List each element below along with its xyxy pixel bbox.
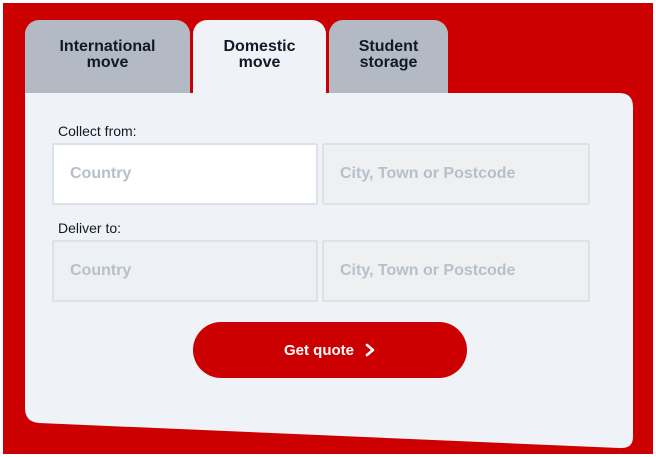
deliver-country-input[interactable]	[52, 240, 318, 302]
tab-student-storage[interactable]: Student storage	[329, 20, 448, 96]
collect-country-input[interactable]	[52, 143, 318, 205]
tab-label-line2: move	[238, 54, 281, 71]
chevron-right-icon	[365, 343, 375, 357]
collect-from-label: Collect from:	[58, 123, 137, 139]
tab-label-line1: International	[59, 38, 156, 55]
tab-label-line2: move	[86, 54, 129, 71]
tab-label-line2: storage	[359, 54, 418, 71]
tab-domestic-move[interactable]: Domestic move	[193, 20, 326, 100]
get-quote-label: Get quote	[284, 341, 354, 359]
get-quote-button[interactable]: Get quote	[193, 322, 467, 378]
deliver-city-input[interactable]	[322, 240, 590, 302]
tab-label-line1: Domestic	[223, 38, 296, 55]
tab-label-line1: Student	[358, 38, 419, 55]
form-panel: Collect from: Deliver to:	[25, 93, 635, 449]
collect-city-input[interactable]	[322, 143, 590, 205]
quote-widget: International move Domestic move Student…	[3, 3, 653, 454]
tab-international-move[interactable]: International move	[25, 20, 190, 96]
deliver-to-label: Deliver to:	[58, 220, 122, 236]
